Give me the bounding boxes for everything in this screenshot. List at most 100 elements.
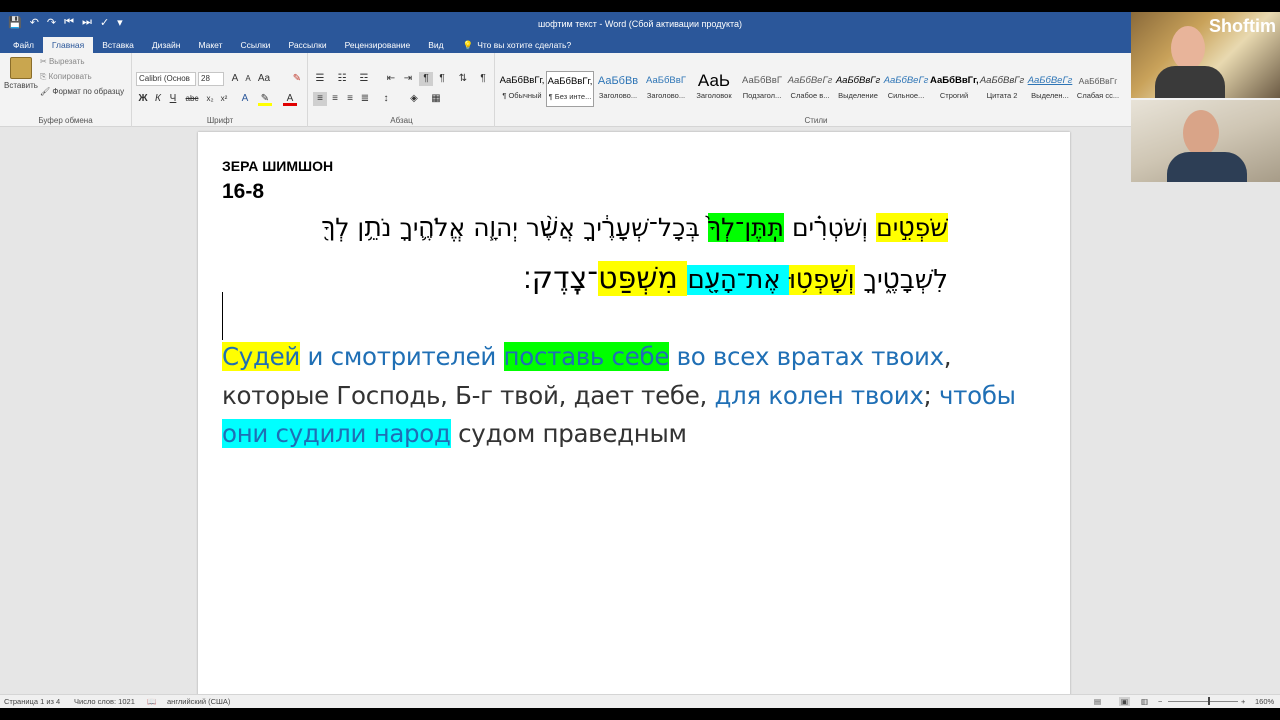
increase-indent-icon[interactable]: ⇥ <box>401 72 415 86</box>
page-count[interactable]: Страница 1 из 4 <box>4 697 60 706</box>
style-intense-emphasis[interactable]: АаБбВеГг Сильное... <box>882 71 930 107</box>
paste-icon[interactable] <box>10 57 32 79</box>
hebrew-word-titen-lecha: תִּֽתֶּן־לְךָ֙ <box>707 213 784 242</box>
style-emphasis[interactable]: АаБбВвГг Выделение <box>834 71 882 107</box>
tab-view[interactable]: Вид <box>419 37 452 53</box>
word-count[interactable]: Число слов: 1021 <box>74 697 135 706</box>
tab-design[interactable]: Дизайн <box>143 37 190 53</box>
zoom-slider[interactable] <box>1168 701 1238 702</box>
tab-insert[interactable]: Вставка <box>93 37 143 53</box>
style-sample: АаБбВв <box>597 75 639 87</box>
style-no-spacing[interactable]: АаБбВвГг, ¶ Без инте... <box>546 71 594 107</box>
hebrew-word-mishpat: מִשְׁפַּט <box>598 261 688 296</box>
print-layout-icon[interactable]: ▣ <box>1119 697 1131 706</box>
style-title[interactable]: АаЬ Заголовок <box>690 71 738 107</box>
show-marks-icon[interactable]: ¶ <box>476 72 490 86</box>
russian-phrase-dlya-kolen: для колен твоих <box>714 381 924 410</box>
style-sample: АаБбВвГг, <box>547 76 593 87</box>
style-name: ¶ Без инте... <box>548 92 592 101</box>
zoom-slider-thumb[interactable] <box>1208 697 1210 705</box>
style-sample: АаБбВвГг, <box>499 75 545 86</box>
hebrew-word-et-haam: אֶת־הָעָ֖ם <box>687 265 789 295</box>
style-subtle-emphasis[interactable]: АаБбВеГг Слабое в... <box>786 71 834 107</box>
style-name: Выделение <box>838 91 878 100</box>
align-right-icon[interactable]: ≡ <box>343 92 357 106</box>
tab-mailings[interactable]: Рассылки <box>279 37 335 53</box>
line-spacing-icon[interactable]: ↕ <box>379 92 393 106</box>
multilevel-list-icon[interactable]: ☲ <box>357 72 371 86</box>
text-cursor <box>222 292 223 340</box>
doc-heading-reference: 16-8 <box>222 180 265 203</box>
style-sample: АаБбВвГ <box>742 75 782 86</box>
read-mode-icon[interactable]: ▤ <box>1094 697 1101 706</box>
ltr-icon[interactable]: ¶ <box>419 72 433 86</box>
highlight-icon[interactable]: ✎ <box>258 92 272 106</box>
web-layout-icon[interactable]: ▥ <box>1141 697 1148 706</box>
style-intense-quote[interactable]: АаБбВеГг Выделен... <box>1026 71 1074 107</box>
style-name: Сильное... <box>887 91 925 100</box>
decrease-indent-icon[interactable]: ⇤ <box>384 72 398 86</box>
tell-me-box[interactable]: 💡 Что вы хотите сделать? <box>453 37 572 53</box>
cut-button[interactable]: ✂ Вырезать <box>40 57 85 66</box>
tab-review[interactable]: Рецензирование <box>336 37 420 53</box>
title-bar: 💾 ↶ ↷ ⏮ ⏭ ✓ ▾ шофтим текст - Word (Сбой … <box>0 12 1280 36</box>
document-workspace[interactable]: ЗЕРА ШИМШОН 16-8 שֹׁפְטִ֣ים וְשֹׁטְרִ֗ים… <box>0 127 1280 708</box>
style-sample: АаЬ <box>697 71 731 90</box>
style-quote2[interactable]: АаБбВвГг Цитата 2 <box>978 71 1026 107</box>
tab-references[interactable]: Ссылки <box>232 37 280 53</box>
shrink-font-icon[interactable]: A <box>241 72 255 86</box>
clear-formatting-icon[interactable]: ✎ <box>290 72 304 86</box>
font-family-select[interactable]: Calibri (Основ <box>136 72 196 86</box>
grow-font-icon[interactable]: A <box>228 72 242 86</box>
style-subtitle[interactable]: АаБбВвГ Подзагол... <box>738 71 786 107</box>
justify-icon[interactable]: ≣ <box>358 92 372 106</box>
strikethrough-icon[interactable]: abc <box>185 92 199 106</box>
underline-icon[interactable]: Ч <box>166 92 180 106</box>
copy-button[interactable]: ⎘ Копировать <box>40 72 92 82</box>
format-painter-button[interactable]: 🖌 Формат по образцу <box>40 87 124 96</box>
text-effects-icon[interactable]: A <box>238 92 252 106</box>
russian-word-sudei: Судей <box>222 342 301 371</box>
language-indicator[interactable]: английский (США) <box>167 697 230 706</box>
rtl-icon[interactable]: ¶ <box>435 72 449 86</box>
zoom-in-icon[interactable]: + <box>1241 697 1245 706</box>
tab-file[interactable]: Файл <box>4 37 43 53</box>
subscript-icon[interactable]: x₂ <box>203 92 217 106</box>
style-sample: АаБбВвГ <box>646 75 686 86</box>
zoom-out-icon[interactable]: − <box>1158 697 1162 706</box>
italic-icon[interactable]: К <box>151 92 165 106</box>
russian-text: которые Господь, Б-г твой, дает тебе, <box>222 381 715 410</box>
tab-layout[interactable]: Макет <box>189 37 231 53</box>
style-subtle-reference[interactable]: АаБбВвГг Слабая сс... <box>1074 71 1122 107</box>
zoom-level[interactable]: 160% <box>1255 697 1274 706</box>
style-strong[interactable]: АаБбВвГг, Строгий <box>930 71 978 107</box>
document-page[interactable]: ЗЕРА ШИМШОН 16-8 שֹׁפְטִ֣ים וְשֹׁטְרִ֗ים… <box>198 132 1070 708</box>
status-bar: Страница 1 из 4 Число слов: 1021 📖 англи… <box>0 694 1280 708</box>
style-sample: АаБбВвГг, <box>930 75 978 86</box>
style-heading2[interactable]: АаБбВвГ Заголово... <box>642 71 690 107</box>
paragraph-group: ☰ ☷ ☲ ⇤ ⇥ ¶ ¶ ⇅ ¶ ≡ ≡ ≡ ≣ ↕ ◈ ▦ Абзац <box>309 53 495 127</box>
proofing-icon[interactable]: 📖 <box>147 697 156 706</box>
borders-icon[interactable]: ▦ <box>429 92 443 106</box>
style-name: Слабое в... <box>790 91 830 100</box>
superscript-icon[interactable]: x² <box>217 92 231 106</box>
style-name: Заголово... <box>598 91 638 100</box>
font-size-select[interactable]: 28 <box>198 72 224 86</box>
webcam-presenter: Shoftim <box>1131 12 1280 98</box>
style-heading1[interactable]: АаБбВв Заголово... <box>594 71 642 107</box>
word-window: 💾 ↶ ↷ ⏮ ⏭ ✓ ▾ шофтим текст - Word (Сбой … <box>0 12 1280 708</box>
tab-home[interactable]: Главная <box>42 37 94 53</box>
scissors-icon: ✂ <box>40 57 49 66</box>
shading-icon[interactable]: ◈ <box>407 92 421 106</box>
bullets-icon[interactable]: ☰ <box>313 72 327 86</box>
sort-icon[interactable]: ⇅ <box>456 72 470 86</box>
font-color-icon[interactable]: A <box>283 92 297 106</box>
align-left-icon[interactable]: ≡ <box>313 92 327 106</box>
numbering-icon[interactable]: ☷ <box>335 72 349 86</box>
align-center-icon[interactable]: ≡ <box>328 92 342 106</box>
ribbon: Вставить ✂ Вырезать ⎘ Копировать 🖌 Форма… <box>0 53 1280 127</box>
bold-icon[interactable]: Ж <box>136 92 150 106</box>
paste-button[interactable]: Вставить <box>4 81 38 90</box>
change-case-icon[interactable]: Aa <box>257 72 271 86</box>
style-normal[interactable]: АаБбВвГг, ¶ Обычный <box>498 71 546 107</box>
